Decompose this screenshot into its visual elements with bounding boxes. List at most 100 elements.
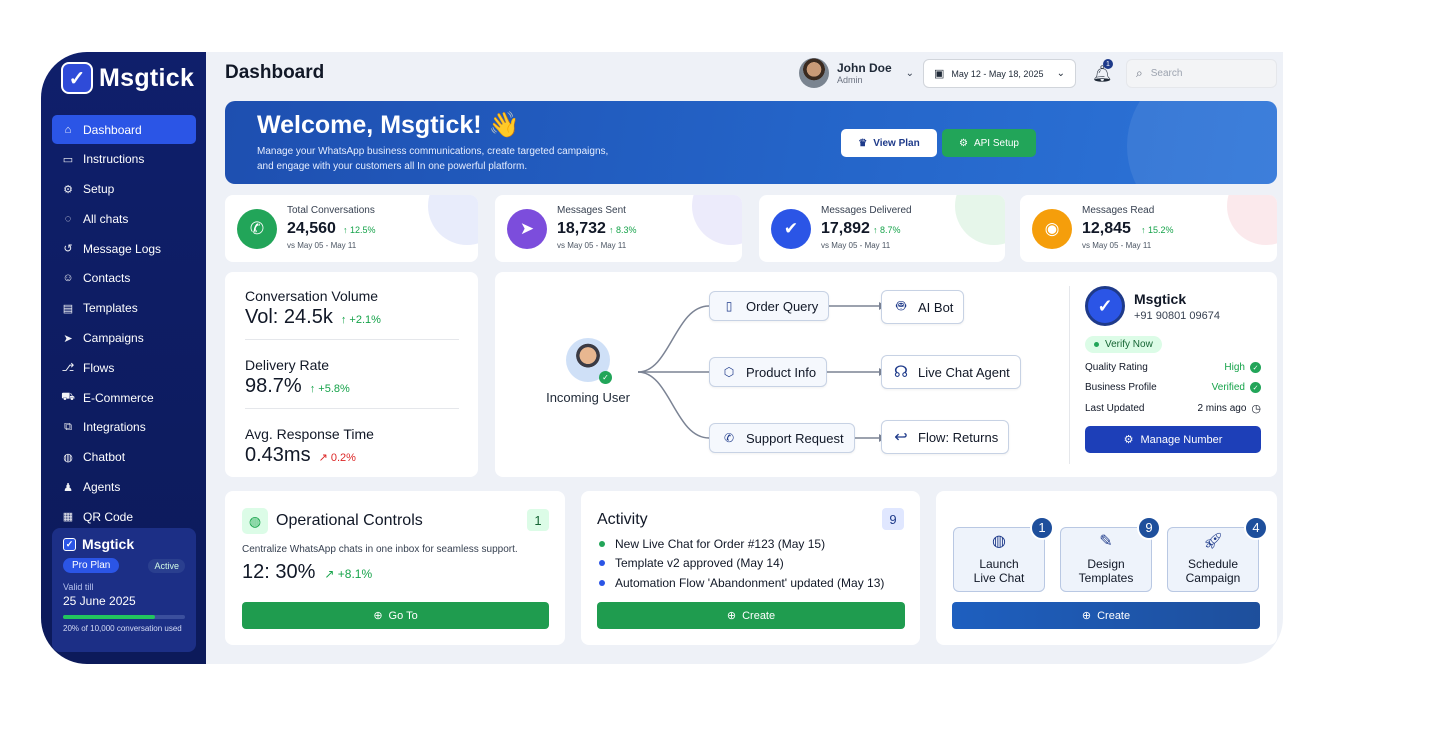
sidebar: ✓ Msgtick ⌂ Dashboard ▭ Instructions ⚙ Setu… [41,52,206,664]
sidebar-item-flows[interactable]: ⎇ Flows [52,353,196,382]
search-input[interactable]: Search [1151,68,1183,79]
notifications-button[interactable]: 🔔︎ 1 [1092,59,1113,84]
chevron-down-icon: ⌄ [905,67,915,79]
intent-node-support-request[interactable]: ✆ Support Request [709,423,855,453]
list-item[interactable]: Template v2 approved (May 14) [599,554,884,574]
sidebar-item-dashboard[interactable]: ⌂ Dashboard [52,115,196,144]
divider [245,408,459,409]
sidebar-item-campaigns[interactable]: ➤ Campaigns [52,324,196,353]
plus-circle-icon: ⊕ [726,610,737,622]
operational-title: Operational Controls [276,512,423,529]
sidebar-item-message-logs[interactable]: ↺ Message Logs [52,234,196,263]
home-icon: ⌂ [64,123,72,136]
page-title: Dashboard [225,62,325,83]
stat-card-total-conversations[interactable]: ✆ Total Conversations 24,560 ↑ 12.5% vs … [225,195,478,262]
settings-icon: ⚙ [1123,434,1134,446]
plan-card[interactable]: ✓ Msgtick Pro Plan Active Valid till 25 J… [52,528,196,652]
stat-label: Messages Read [1082,205,1155,216]
target-node-ai-bot[interactable]: 🤖︎ AI Bot [881,290,965,324]
sidebar-item-templates[interactable]: ▤ Templates [52,294,196,323]
action-label-line2: Templates [1078,571,1134,585]
metric-value: 0.43ms [245,444,311,466]
design-templates-action[interactable]: ✎ Design Templates 9 [1060,516,1161,592]
sidebar-item-contacts[interactable]: ☺ Contacts [52,264,196,293]
sidebar-item-e-commerce[interactable]: ⛟ E-Commerce [52,383,196,412]
operational-count-badge: 1 [527,509,549,531]
stat-change: ↑ 15.2% [1141,225,1174,235]
row-label: Last Updated [1085,403,1145,414]
agent-icon: ♟ [63,481,73,494]
manage-number-button[interactable]: ⚙ Manage Number [1085,426,1261,453]
stat-card-messages-sent[interactable]: ➤ Messages Sent 18,732 ↑ 8.3% vs May 05 … [495,195,742,262]
target-node-live-chat-agent[interactable]: ☊ Live Chat Agent [881,355,1021,389]
list-item[interactable]: Automation Flow 'Abandonment' updated (M… [599,573,884,593]
metric-label: Avg. Response Time [245,426,374,442]
brand-name: Msgtick [99,63,195,92]
api-setup-button[interactable]: ⚙ API Setup [942,129,1036,157]
target-node-flow-returns[interactable]: ↩ Flow: Returns [881,420,1010,454]
stat-change-value: 8.7% [880,225,901,235]
template-icon: ▤ [62,302,74,315]
sidebar-item-chatbot[interactable]: ◍ Chatbot [52,443,196,472]
send-icon: ➤ [63,332,73,345]
sidebar-item-instructions[interactable]: ▭ Instructions [52,145,196,174]
verify-now-button[interactable]: Verify Now [1085,336,1162,353]
launch-live-chat-action[interactable]: ◍ Launch Live Chat 1 [953,516,1054,592]
stat-change: ↑ 8.3% [609,225,637,235]
check-circle-icon: ✓ [1250,362,1261,373]
intent-node-product-info[interactable]: ⬡ Product Info [709,357,828,387]
intent-node-order-query[interactable]: ▯ Order Query [709,291,830,321]
user-menu[interactable]: John Doe Admin ⌄ [799,58,914,88]
intent-label: Support Request [746,430,844,446]
stat-card-messages-read[interactable]: ◉ Messages Read 12,845 ↑ 15.2% vs May 05… [1020,195,1277,262]
create-quick-action-button[interactable]: ⊕ Create [952,602,1260,629]
operational-description: Centralize WhatsApp chats in one inbox f… [242,544,518,555]
plus-circle-icon: ⊕ [1081,610,1092,622]
plan-status-badge: Active [148,558,185,573]
sidebar-item-label: Templates [83,301,138,316]
sidebar-item-setup[interactable]: ⚙ Setup [52,175,196,204]
go-to-button[interactable]: ⊕ Go To [242,602,549,629]
sidebar-item-label: Contacts [83,271,131,286]
create-label: Create [742,609,776,622]
api-setup-label: API Setup [973,137,1019,149]
row-label: Business Profile [1085,382,1157,393]
eye-icon: ◉ [1032,209,1072,249]
clock-icon: ◷ [1251,403,1261,415]
sidebar-item-integrations[interactable]: ⧉ Integrations [52,413,196,442]
document-icon: ▯ [725,299,733,313]
stat-label: Messages Delivered [821,205,912,216]
user-icon: ☺ [62,272,74,285]
search-icon: ⌕ [1136,66,1143,80]
view-plan-button[interactable]: ♛ View Plan [841,129,937,157]
activity-list: New Live Chat for Order #123 (May 15) Te… [599,534,884,593]
gear-icon: ⚙ [63,183,73,196]
sidebar-item-agents[interactable]: ♟ Agents [52,473,196,502]
create-activity-button[interactable]: ⊕ Create [597,602,905,629]
schedule-campaign-action[interactable]: 🚀︎ Schedule Campaign 4 [1167,516,1268,592]
manage-number-label: Manage Number [1140,433,1223,446]
check-badge-icon: ✔ [771,209,811,249]
create-label: Create [1097,609,1131,622]
incoming-user-node[interactable]: Incoming User [543,338,633,405]
brand-logo[interactable]: ✓ Msgtick [61,62,194,94]
row-label: Quality Rating [1085,362,1148,373]
search-box[interactable]: ⌕ Search [1126,59,1277,88]
history-icon: ↺ [63,243,73,256]
sidebar-item-label: Setup [83,182,115,197]
verify-label: Verify Now [1105,339,1153,350]
action-count-badge: 1 [1030,516,1054,540]
view-plan-label: View Plan [873,137,920,149]
metric-change: ↑ +5.8% [309,383,350,395]
sidebar-item-qr-code[interactable]: ▦ QR Code [52,502,196,531]
activity-count-badge: 9 [882,508,904,530]
operational-controls-card: ◍ Operational Controls 1 Centralize What… [225,491,565,645]
sidebar-item-all-chats[interactable]: ◌ All chats [52,204,196,233]
status-dot-icon [1094,342,1099,347]
stat-card-messages-delivered[interactable]: ✔ Messages Delivered 17,892 ↑ 8.7% vs Ma… [759,195,1005,262]
date-range-picker[interactable]: ▣ May 12 - May 18, 2025 ⌄ [923,59,1076,88]
action-label-line1: Design [1087,557,1125,571]
stat-value: 24,560 [287,220,336,237]
list-item[interactable]: New Live Chat for Order #123 (May 15) [599,534,884,554]
flow-icon: ⎇ [61,362,75,375]
